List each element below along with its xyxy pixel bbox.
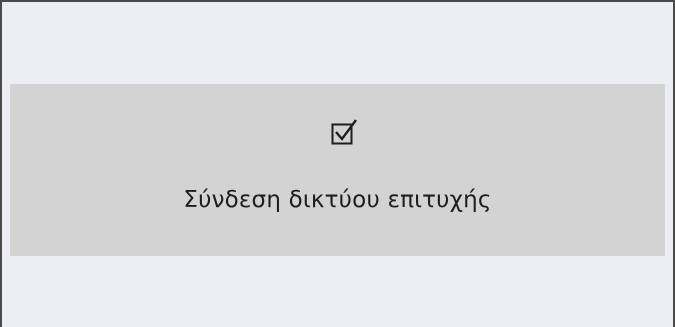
dialog-window: Σύνδεση δικτύου επιτυχής (0, 0, 675, 327)
notification-banner: Σύνδεση δικτύου επιτυχής (10, 84, 665, 256)
notification-message: Σύνδεση δικτύου επιτυχής (183, 187, 492, 213)
checkbox-checked-icon (331, 119, 357, 145)
